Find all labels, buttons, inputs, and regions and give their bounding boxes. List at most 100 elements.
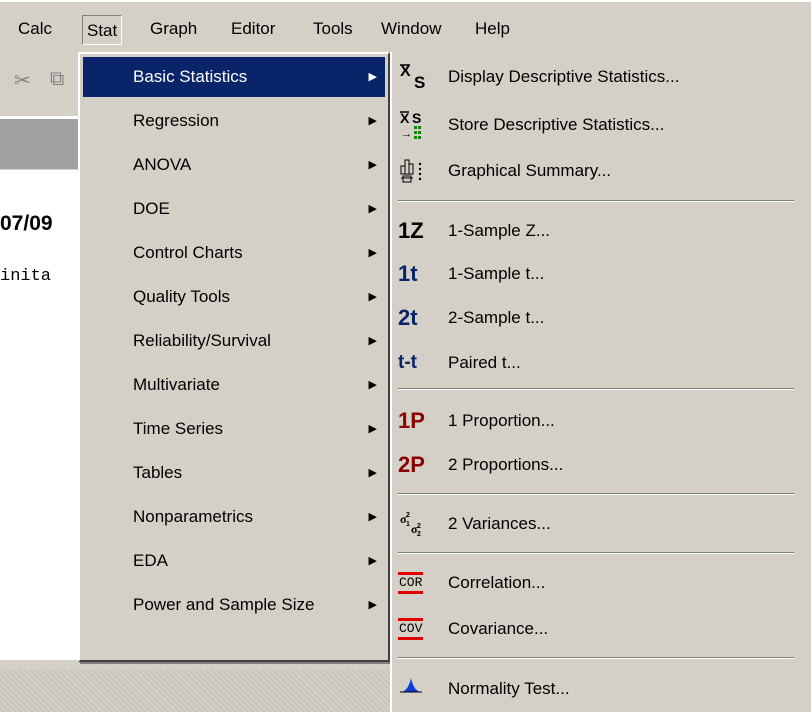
two-proportions-icon: 2P bbox=[398, 452, 425, 477]
menu-editor[interactable]: Editor bbox=[231, 16, 275, 42]
stat-menu-multivariate[interactable]: Multivariate ▶ bbox=[83, 365, 385, 405]
submenu-arrow-icon: ▶ bbox=[368, 291, 377, 303]
cut-icon[interactable]: ✂ bbox=[14, 68, 36, 92]
svg-text:→: → bbox=[401, 128, 412, 140]
one-proportion-item[interactable]: 1P 1 Proportion... bbox=[392, 404, 811, 438]
menu-separator bbox=[398, 200, 794, 202]
stat-menu-reliability-survival[interactable]: Reliability/Survival ▶ bbox=[83, 321, 385, 361]
menu-item-label: EDA bbox=[133, 551, 168, 570]
menu-item-label: Regression bbox=[133, 111, 219, 130]
menu-item-label: Time Series bbox=[133, 419, 224, 438]
stat-menu-anova[interactable]: ANOVA ▶ bbox=[83, 145, 385, 185]
session-date-text: 07/09 bbox=[0, 212, 53, 235]
submenu-item-label: Paired t... bbox=[448, 353, 521, 372]
svg-text:S: S bbox=[414, 73, 425, 92]
one-sample-t-icon: 1t bbox=[398, 261, 418, 286]
menu-item-label: Tables bbox=[133, 463, 183, 482]
one-sample-t-item[interactable]: 1t 1-Sample t... bbox=[392, 257, 811, 291]
stat-menu-quality-tools[interactable]: Quality Tools ▶ bbox=[83, 277, 385, 317]
store-stats-icon: X S → bbox=[398, 108, 446, 142]
menu-item-label: Quality Tools bbox=[133, 287, 231, 306]
worksheet-area bbox=[0, 670, 440, 712]
session-body-text: inita bbox=[0, 267, 52, 286]
submenu-item-label: 2 Proportions... bbox=[448, 455, 564, 474]
stat-menu-time-series[interactable]: Time Series ▶ bbox=[83, 409, 385, 449]
submenu-item-label: Covariance... bbox=[448, 619, 549, 638]
menu-item-label: Reliability/Survival bbox=[133, 331, 271, 350]
svg-text:2: 2 bbox=[417, 531, 421, 538]
submenu-arrow-icon: ▶ bbox=[368, 247, 377, 259]
menu-graph[interactable]: Graph bbox=[150, 16, 197, 42]
covariance-item[interactable]: COV Covariance... bbox=[392, 612, 811, 646]
submenu-arrow-icon: ▶ bbox=[368, 467, 377, 479]
stat-menu-nonparametrics[interactable]: Nonparametrics ▶ bbox=[83, 497, 385, 537]
two-sample-t-item[interactable]: 2t 2-Sample t... bbox=[392, 301, 811, 335]
covariance-icon: COV bbox=[398, 612, 446, 646]
two-variances-item[interactable]: σ21σ22 2 Variances... bbox=[392, 507, 811, 541]
store-descriptive-statistics-item[interactable]: X S → Store Descriptive Statistics... bbox=[392, 108, 811, 142]
menu-separator bbox=[398, 657, 794, 659]
graphical-summary-icon bbox=[398, 154, 446, 188]
submenu-item-label: 1-Sample Z... bbox=[448, 221, 551, 240]
submenu-arrow-icon: ▶ bbox=[368, 379, 377, 391]
menu-item-label: Power and Sample Size bbox=[133, 595, 315, 614]
copy-icon[interactable]: ⧉ bbox=[50, 68, 72, 90]
two-variances-icon: σ21σ22 bbox=[398, 507, 446, 541]
submenu-item-label: 2-Sample t... bbox=[448, 308, 545, 327]
menu-item-label: Nonparametrics bbox=[133, 507, 253, 526]
menu-tools[interactable]: Tools bbox=[313, 16, 353, 42]
paired-t-icon: t-t bbox=[398, 352, 417, 373]
stat-menu-tables[interactable]: Tables ▶ bbox=[83, 453, 385, 493]
menu-window[interactable]: Window bbox=[381, 16, 441, 42]
submenu-item-label: Normality Test... bbox=[448, 679, 570, 698]
submenu-arrow-icon: ▶ bbox=[368, 71, 377, 83]
submenu-arrow-icon: ▶ bbox=[368, 203, 377, 215]
one-proportion-icon: 1P bbox=[398, 408, 425, 433]
submenu-item-label: Correlation... bbox=[448, 573, 546, 592]
stat-menu-power-sample-size[interactable]: Power and Sample Size ▶ bbox=[83, 585, 385, 625]
menu-separator bbox=[398, 388, 794, 390]
normality-test-icon bbox=[398, 672, 446, 706]
menu-item-label: DOE bbox=[133, 199, 170, 218]
correlation-icon-text: COR bbox=[398, 572, 424, 594]
stat-menu-doe[interactable]: DOE ▶ bbox=[83, 189, 385, 229]
stat-menu: Basic Statistics ▶ Regression ▶ ANOVA ▶ … bbox=[78, 52, 390, 662]
display-stats-icon: XS bbox=[398, 60, 446, 94]
submenu-arrow-icon: ▶ bbox=[368, 599, 377, 611]
menu-item-label: Basic Statistics bbox=[133, 67, 248, 86]
one-sample-z-icon: 1Z bbox=[398, 218, 424, 243]
graphical-summary-item[interactable]: Graphical Summary... bbox=[392, 154, 811, 188]
menu-stat[interactable]: Stat bbox=[82, 15, 123, 45]
menu-item-label: ANOVA bbox=[133, 155, 192, 174]
submenu-arrow-icon: ▶ bbox=[368, 511, 377, 523]
menu-separator bbox=[398, 493, 794, 495]
menu-separator bbox=[398, 552, 794, 554]
submenu-arrow-icon: ▶ bbox=[368, 159, 377, 171]
basic-statistics-submenu: XS Display Descriptive Statistics... X S →… bbox=[390, 52, 811, 712]
covariance-icon-text: COV bbox=[398, 618, 424, 640]
svg-text:1: 1 bbox=[406, 521, 410, 528]
submenu-item-label: 2 Variances... bbox=[448, 514, 551, 533]
submenu-arrow-icon: ▶ bbox=[368, 423, 377, 435]
correlation-icon: COR bbox=[398, 566, 446, 600]
submenu-item-label: Display Descriptive Statistics... bbox=[448, 67, 680, 86]
svg-text:S: S bbox=[412, 110, 421, 126]
submenu-arrow-icon: ▶ bbox=[368, 335, 377, 347]
one-sample-z-item[interactable]: 1Z 1-Sample Z... bbox=[392, 214, 811, 248]
correlation-item[interactable]: COR Correlation... bbox=[392, 566, 811, 600]
menu-item-label: Multivariate bbox=[133, 375, 220, 394]
submenu-item-label: Graphical Summary... bbox=[448, 161, 612, 180]
display-descriptive-statistics-item[interactable]: XS Display Descriptive Statistics... bbox=[392, 60, 811, 94]
normality-test-item[interactable]: Normality Test... bbox=[392, 672, 811, 706]
stat-menu-control-charts[interactable]: Control Charts ▶ bbox=[83, 233, 385, 273]
paired-t-item[interactable]: t-t Paired t... bbox=[392, 346, 811, 380]
stat-menu-regression[interactable]: Regression ▶ bbox=[83, 101, 385, 141]
menu-bar: Calc Stat Graph Editor Tools Window Help bbox=[0, 0, 811, 52]
stat-menu-eda[interactable]: EDA ▶ bbox=[83, 541, 385, 581]
submenu-item-label: 1 Proportion... bbox=[448, 411, 555, 430]
stat-menu-basic-statistics[interactable]: Basic Statistics ▶ bbox=[83, 57, 385, 97]
menu-calc[interactable]: Calc bbox=[18, 16, 52, 42]
menu-help[interactable]: Help bbox=[475, 16, 510, 42]
two-proportions-item[interactable]: 2P 2 Proportions... bbox=[392, 448, 811, 482]
submenu-item-label: 1-Sample t... bbox=[448, 264, 545, 283]
